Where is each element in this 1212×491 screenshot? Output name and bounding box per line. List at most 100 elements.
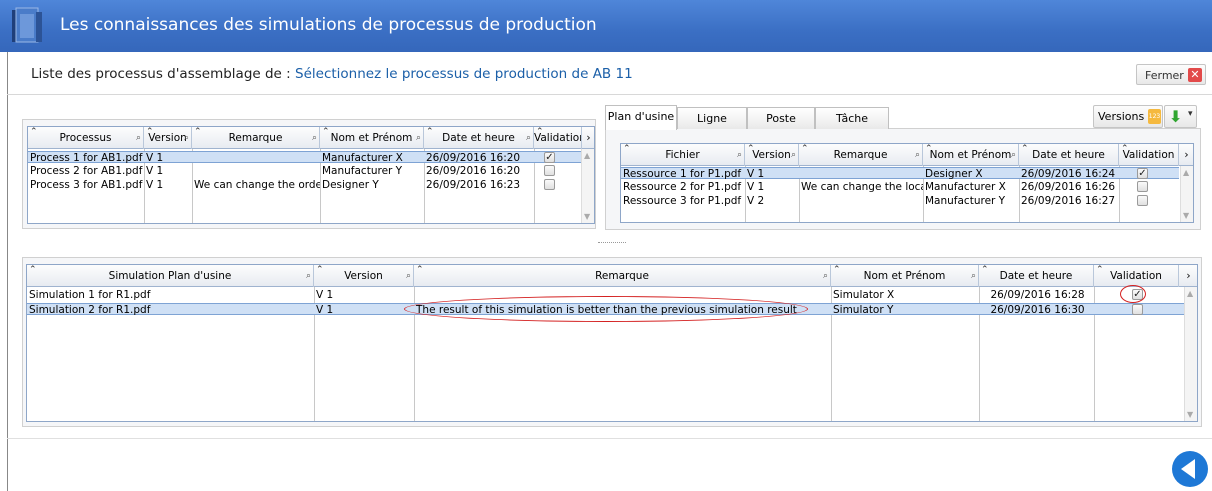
cell-version: V 1 xyxy=(146,152,164,164)
resource-grid: ⌃ Fichier ⌕ ⌃ Version ⌕ ⌃ Remarque ⌕ ⌃ Nom et P… xyxy=(620,143,1194,223)
cell-date: 26/09/2016 16:27 xyxy=(1021,195,1116,207)
validation-checkbox[interactable] xyxy=(1137,195,1148,206)
validation-checkbox[interactable]: ✓ xyxy=(544,152,555,163)
back-arrow-icon xyxy=(1181,459,1195,479)
table-row[interactable]: Ressource 3 for P1.pdf V 2 Manufacturer … xyxy=(621,195,1179,207)
table-row[interactable]: Process 3 for AB1.pdf V 1 We can change … xyxy=(28,179,582,191)
col-header-remarque[interactable]: ⌃ Remarque ⌕ xyxy=(799,144,923,166)
cell-version: V 1 xyxy=(747,168,765,180)
cell-remark xyxy=(799,195,923,207)
cell-date: 26/09/2016 16:20 xyxy=(426,152,521,164)
col-header-date[interactable]: ⌃ Date et heure ⌕ xyxy=(424,127,534,149)
close-icon: ✕ xyxy=(1188,68,1202,82)
cell-version: V 2 xyxy=(747,195,765,207)
cell-remark: We can change the loca xyxy=(801,181,923,193)
tab-tache[interactable]: Tâche xyxy=(815,107,889,129)
cell-process: Process 3 for AB1.pdf xyxy=(30,179,143,191)
cell-remark: We can change the orde xyxy=(194,179,320,191)
back-button[interactable] xyxy=(1172,451,1208,487)
col-header-version[interactable]: ⌃ Version ⌕ xyxy=(314,265,414,287)
cell-file: Ressource 1 for P1.pdf xyxy=(623,168,742,180)
simulation-grid: ⌃ Simulation Plan d'usine ⌕ ⌃ Version ⌕ ⌃ Rem… xyxy=(26,264,1198,422)
cell-version: V 1 xyxy=(747,181,765,193)
tab-ligne[interactable]: Ligne xyxy=(677,107,747,129)
vertical-scrollbar[interactable]: ▲ ▼ xyxy=(1184,287,1197,421)
cell-file: Ressource 3 for P1.pdf xyxy=(623,195,742,207)
col-header-remarque[interactable]: ⌃ Remarque ⌕ xyxy=(192,127,320,149)
col-header-date[interactable]: ⌃ Date et heure xyxy=(979,265,1094,287)
page-subtitle: Liste des processus d'assemblage de : Sé… xyxy=(31,66,633,82)
validation-checkbox[interactable] xyxy=(544,179,555,190)
cell-date: 26/09/2016 16:30 xyxy=(990,304,1085,316)
chevron-down-icon: ▾ xyxy=(1188,109,1193,119)
col-header-validation[interactable]: ⌃ Validation xyxy=(1119,144,1179,166)
col-header-remarque[interactable]: ⌃ Remarque ⌕ xyxy=(414,265,831,287)
window-title: Les connaissances des simulations de pro… xyxy=(60,15,597,35)
process-grid: ⌃ Processus ⌕ ⌃ Version ⌕ ⌃ Remarque ⌕ ⌃ Nom et… xyxy=(27,126,595,224)
col-header-nom[interactable]: ⌃ Nom et Prénom ⌕ xyxy=(923,144,1019,166)
footer-divider xyxy=(7,438,1212,439)
cell-name: Simulator Y xyxy=(833,304,894,316)
col-header-version[interactable]: ⌃ Version ⌕ xyxy=(745,144,799,166)
col-header-nom[interactable]: ⌃ Nom et Prénom ⌕ xyxy=(320,127,424,149)
panel-splitter[interactable] xyxy=(598,242,626,244)
cell-simulation: Simulation 1 for R1.pdf xyxy=(29,289,151,301)
col-header-processus[interactable]: ⌃ Processus ⌕ xyxy=(28,127,144,149)
cell-process: Process 2 for AB1.pdf xyxy=(30,165,143,177)
cell-remark xyxy=(799,168,923,180)
cell-name: Manufacturer X xyxy=(925,181,1006,193)
col-header-validation[interactable]: ⌃ Validation xyxy=(534,127,582,149)
tab-poste[interactable]: Poste xyxy=(747,107,815,129)
vertical-scrollbar[interactable]: ▲ ▼ xyxy=(1180,166,1193,222)
cell-date: 26/09/2016 16:20 xyxy=(426,165,521,177)
close-button[interactable]: Fermer ✕ xyxy=(1136,64,1206,85)
cell-version: V 1 xyxy=(146,179,164,191)
vertical-scrollbar[interactable]: ▲ ▼ xyxy=(581,149,594,223)
cell-name: Manufacturer Y xyxy=(322,165,403,177)
table-row[interactable]: Ressource 1 for P1.pdf V 1 Designer X 26… xyxy=(621,167,1179,180)
column-menu-icon[interactable]: › xyxy=(1179,144,1193,166)
column-menu-icon[interactable]: › xyxy=(582,127,594,149)
app-icon xyxy=(12,7,42,43)
cell-remark xyxy=(192,165,320,177)
production-process-link[interactable]: Sélectionnez le processus de production … xyxy=(295,66,633,82)
remark-highlight-annotation xyxy=(404,296,808,322)
cell-process: Process 1 for AB1.pdf xyxy=(30,152,143,164)
versions-label: Versions xyxy=(1098,110,1145,123)
versions-button[interactable]: Versions 123 xyxy=(1093,105,1163,128)
col-header-nom[interactable]: ⌃ Nom et Prénom ⌕ xyxy=(831,265,979,287)
table-row[interactable]: Process 1 for AB1.pdf V 1 Manufacturer X… xyxy=(28,151,582,164)
table-row[interactable]: Process 2 for AB1.pdf V 1 Manufacturer Y… xyxy=(28,165,582,177)
col-header-validation[interactable]: ⌃ Validation xyxy=(1094,265,1179,287)
download-button[interactable]: ⬇ ▾ xyxy=(1164,105,1197,128)
cell-name: Designer X xyxy=(925,168,983,180)
cell-date: 26/09/2016 16:28 xyxy=(990,289,1085,301)
cell-remark xyxy=(192,152,320,164)
cell-name: Simulator X xyxy=(833,289,895,301)
cell-version: V 1 xyxy=(316,304,334,316)
col-header-fichier[interactable]: ⌃ Fichier ⌕ xyxy=(621,144,745,166)
title-bar: Les connaissances des simulations de pro… xyxy=(0,0,1212,52)
subtitle-label: Liste des processus d'assemblage de : xyxy=(31,66,291,82)
cell-simulation: Simulation 2 for R1.pdf xyxy=(29,304,151,316)
column-menu-icon[interactable]: › xyxy=(1179,265,1197,287)
cell-name: Manufacturer Y xyxy=(925,195,1006,207)
tab-plan-usine[interactable]: Plan d'usine xyxy=(605,105,677,130)
versions-icon: 123 xyxy=(1148,109,1161,124)
validation-checkbox[interactable] xyxy=(1137,181,1148,192)
cell-version: V 1 xyxy=(146,165,164,177)
col-header-simulation[interactable]: ⌃ Simulation Plan d'usine ⌕ xyxy=(27,265,314,287)
cell-name: Manufacturer X xyxy=(322,152,403,164)
validation-checkbox[interactable]: ✓ xyxy=(1137,168,1148,179)
cell-version: V 1 xyxy=(316,289,334,301)
col-header-version[interactable]: ⌃ Version ⌕ xyxy=(144,127,192,149)
cell-name: Designer Y xyxy=(322,179,379,191)
cell-date: 26/09/2016 16:24 xyxy=(1021,168,1116,180)
cell-file: Ressource 2 for P1.pdf xyxy=(623,181,742,193)
table-row[interactable]: Ressource 2 for P1.pdf V 1 We can change… xyxy=(621,181,1179,193)
col-header-date[interactable]: ⌃ Date et heure xyxy=(1019,144,1119,166)
validation-checkbox[interactable] xyxy=(544,165,555,176)
cell-date: 26/09/2016 16:23 xyxy=(426,179,521,191)
validation-highlight-annotation xyxy=(1120,285,1146,303)
validation-checkbox[interactable] xyxy=(1132,304,1143,315)
